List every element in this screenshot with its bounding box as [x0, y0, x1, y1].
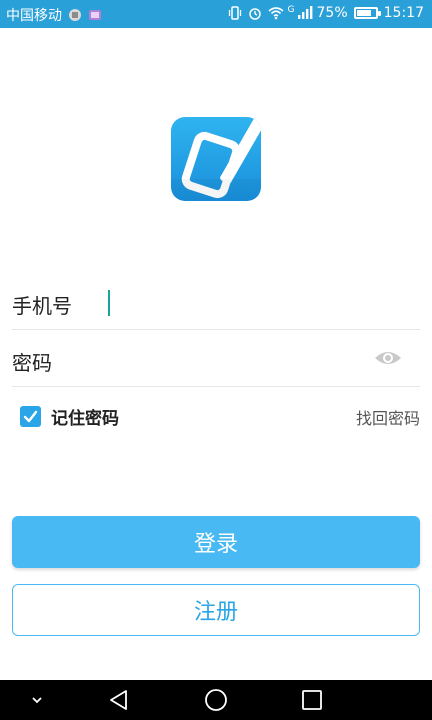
- recents-square-icon[interactable]: [299, 688, 325, 712]
- back-triangle-icon[interactable]: [106, 688, 132, 712]
- vibrate-icon: [228, 6, 242, 20]
- phone-input-caret[interactable]: [108, 290, 110, 316]
- battery-percent: 75%: [316, 5, 348, 21]
- battery-icon: [353, 7, 381, 19]
- login-button[interactable]: 登录: [12, 516, 420, 568]
- wifi-icon: [268, 6, 284, 20]
- register-button[interactable]: 注册: [12, 584, 420, 636]
- clock: 15:17: [383, 5, 424, 21]
- password-row[interactable]: 密码: [12, 331, 420, 387]
- eye-icon[interactable]: [374, 349, 402, 367]
- forgot-password-link[interactable]: 找回密码: [356, 405, 420, 429]
- home-circle-icon[interactable]: [203, 688, 229, 712]
- alarm-icon: [248, 6, 262, 20]
- chevron-down-icon[interactable]: [24, 688, 50, 712]
- remember-label: 记住密码: [51, 409, 119, 429]
- navigation-bar: [0, 680, 432, 720]
- signal-type-label: G: [287, 5, 295, 15]
- password-label: 密码: [12, 351, 52, 375]
- remember-password[interactable]: 记住密码: [20, 404, 119, 429]
- phone-row[interactable]: 手机号: [12, 274, 420, 330]
- status-bar: 中国移动 G 75% 15:17: [0, 0, 432, 28]
- gallery-icon: [88, 8, 102, 22]
- signal-bars-icon: [297, 6, 312, 20]
- app-logo-icon: [171, 117, 261, 201]
- status-right: G 75% 15:17: [228, 5, 424, 21]
- remember-checkbox[interactable]: [20, 406, 41, 427]
- notification-icon: [68, 8, 82, 22]
- carrier-label: 中国移动: [6, 8, 62, 24]
- phone-label: 手机号: [12, 294, 72, 318]
- status-left: 中国移动: [6, 5, 102, 25]
